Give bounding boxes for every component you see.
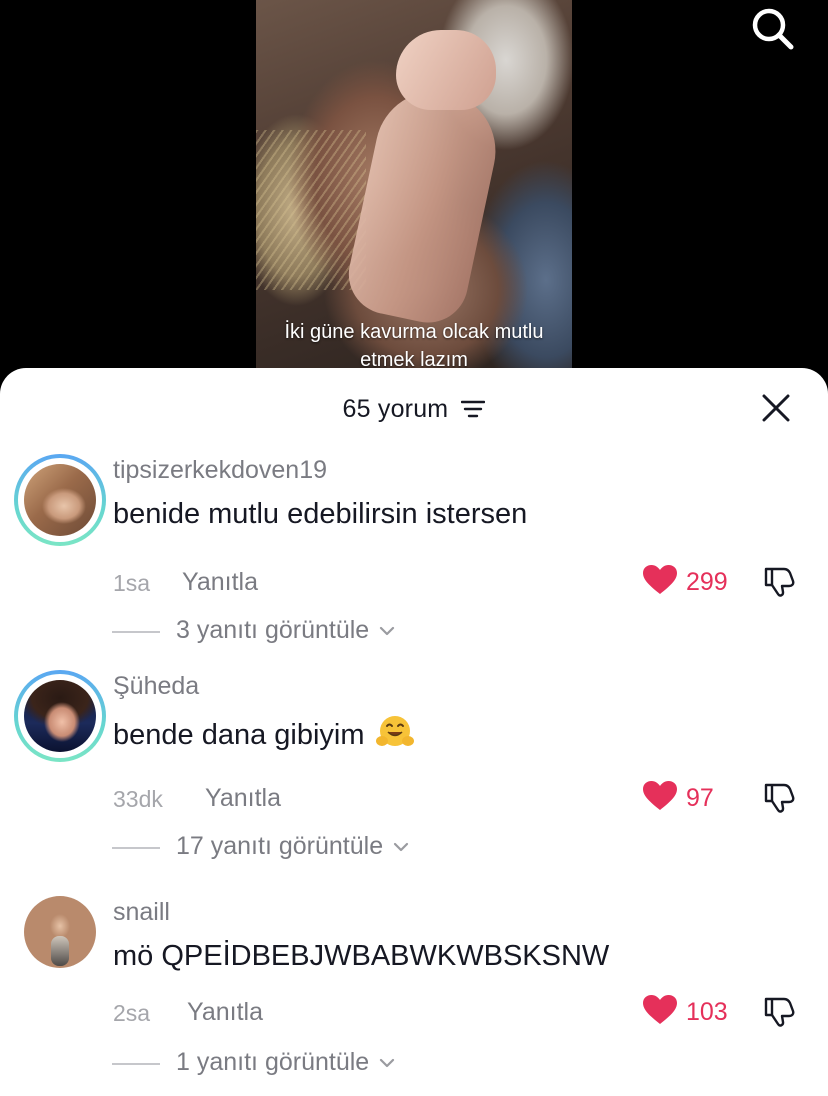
avatar xyxy=(24,680,96,752)
comment-count-title[interactable]: 65 yorum xyxy=(0,394,828,424)
thumbs-down-icon[interactable] xyxy=(762,994,796,1028)
comment-time: 2sa xyxy=(113,1000,151,1026)
heart-icon[interactable] xyxy=(642,564,678,596)
view-replies-label: 3 yanıtı görüntüle xyxy=(176,616,396,645)
heart-icon[interactable] xyxy=(642,780,678,812)
comments-sheet: 65 yorum tipsizerkekdoven19 benide mutlu… xyxy=(0,368,828,1096)
avatar-with-story-ring[interactable] xyxy=(14,454,106,546)
sheet-header: 65 yorum xyxy=(0,368,828,448)
comment-username[interactable]: tipsizerkekdoven19 xyxy=(113,456,327,485)
replies-divider xyxy=(112,847,160,849)
like-count: 97 xyxy=(686,784,714,812)
chevron-down-icon xyxy=(380,627,395,636)
reply-button[interactable]: Yanıtla xyxy=(182,568,258,597)
avatar-with-story-ring[interactable] xyxy=(14,670,106,762)
replies-divider xyxy=(112,1063,160,1065)
comment-time: 33dk xyxy=(113,786,163,812)
like-count: 299 xyxy=(686,568,728,596)
comment-item: snaill mö QPEİDBEBJWBABWKWBSKSNW 2sa Yan… xyxy=(0,896,828,1096)
reply-button[interactable]: Yanıtla xyxy=(205,784,281,813)
comment-text: bende dana gibiyim xyxy=(113,714,415,752)
video-caption: İki güne kavurma olcak mutlu etmek lazım xyxy=(284,321,544,371)
video-fist xyxy=(396,30,496,110)
video-player[interactable]: İki güne kavurma olcak mutlu etmek lazım xyxy=(0,0,828,380)
avatar xyxy=(24,464,96,536)
comment-username[interactable]: snaill xyxy=(113,898,170,927)
comment-item: Şüheda bende dana gibiyim 33dk Yanıtla 9… xyxy=(0,670,828,870)
chevron-down-icon xyxy=(380,1059,395,1068)
view-replies-label: 17 yanıtı görüntüle xyxy=(176,832,410,861)
comment-text: mö QPEİDBEBJWBABWKWBSKSNW xyxy=(113,940,610,972)
avatar[interactable] xyxy=(24,896,96,968)
thumbs-down-icon[interactable] xyxy=(762,564,796,598)
video-arm xyxy=(341,80,507,330)
replies-divider xyxy=(112,631,160,633)
thumbs-down-icon[interactable] xyxy=(762,780,796,814)
comment-time: 1sa xyxy=(113,570,151,596)
comment-count: 65 yorum xyxy=(342,394,449,423)
comment-text: benide mutlu edebilirsin istersen xyxy=(113,498,528,530)
like-count: 103 xyxy=(686,998,728,1026)
heart-icon[interactable] xyxy=(642,994,678,1026)
comment-username[interactable]: Şüheda xyxy=(113,672,199,701)
close-icon[interactable] xyxy=(760,392,792,424)
chevron-down-icon xyxy=(393,843,409,852)
view-replies-text: 3 yanıtı görüntüle xyxy=(176,616,370,644)
reply-button[interactable]: Yanıtla xyxy=(187,998,263,1027)
search-icon[interactable] xyxy=(748,4,796,52)
comment-item: tipsizerkekdoven19 benide mutlu edebilir… xyxy=(0,454,828,654)
comment-text-content: bende dana gibiyim xyxy=(113,719,365,751)
filter-icon[interactable] xyxy=(461,399,486,419)
view-replies-label: 1 yanıtı görüntüle xyxy=(176,1048,396,1077)
hugging-face-emoji xyxy=(375,716,414,746)
view-replies-text: 1 yanıtı görüntüle xyxy=(176,1048,370,1076)
view-replies-text: 17 yanıtı görüntüle xyxy=(176,832,384,860)
